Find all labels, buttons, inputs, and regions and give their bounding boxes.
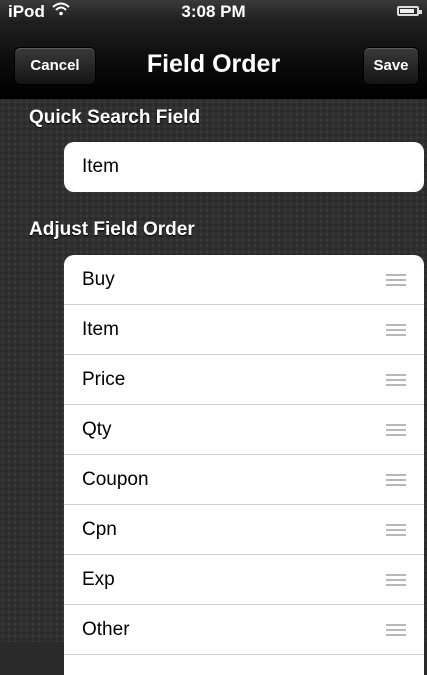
field-label: Qty (82, 419, 112, 440)
content-area: Quick Search Field Item Adjust Field Ord… (0, 99, 427, 675)
field-row-buy[interactable]: Buy (64, 255, 424, 305)
reorder-grip-icon[interactable] (386, 574, 406, 586)
reorder-grip-icon[interactable] (386, 524, 406, 536)
status-time: 3:08 PM (181, 2, 246, 21)
reorder-grip-icon[interactable] (386, 474, 406, 486)
reorder-grip-icon[interactable] (386, 274, 406, 286)
field-row-item[interactable]: Item (64, 305, 424, 355)
save-button[interactable]: Save (363, 47, 419, 85)
field-row-qty[interactable]: Qty (64, 405, 424, 455)
status-bar: iPod 3:08 PM (0, 0, 427, 24)
field-row-other[interactable]: Other (64, 605, 424, 655)
field-row-coupon[interactable]: Coupon (64, 455, 424, 505)
field-row-price[interactable]: Price (64, 355, 424, 405)
reorder-grip-icon[interactable] (386, 624, 406, 636)
reorder-grip-icon[interactable] (386, 424, 406, 436)
field-label: Exp (82, 569, 115, 590)
field-row-exp[interactable]: Exp (64, 555, 424, 605)
field-label: Price (82, 369, 126, 390)
field-order-list: Buy Item Price Qty Coupon Cpn Exp Other (64, 255, 424, 675)
field-label: Other (82, 619, 130, 640)
battery-icon (397, 6, 422, 16)
reorder-grip-icon[interactable] (386, 324, 406, 336)
quick-search-field[interactable]: Item (64, 142, 424, 192)
field-label: Coupon (82, 469, 149, 490)
field-order-header: Adjust Field Order (29, 219, 195, 240)
navigation-bar: Cancel Field Order Save (0, 24, 427, 99)
field-label: Cpn (82, 519, 117, 540)
field-label: Item (82, 319, 119, 340)
quick-search-header: Quick Search Field (29, 107, 201, 128)
field-row-cpn[interactable]: Cpn (64, 505, 424, 555)
reorder-grip-icon[interactable] (386, 374, 406, 386)
field-label: Buy (82, 269, 115, 290)
